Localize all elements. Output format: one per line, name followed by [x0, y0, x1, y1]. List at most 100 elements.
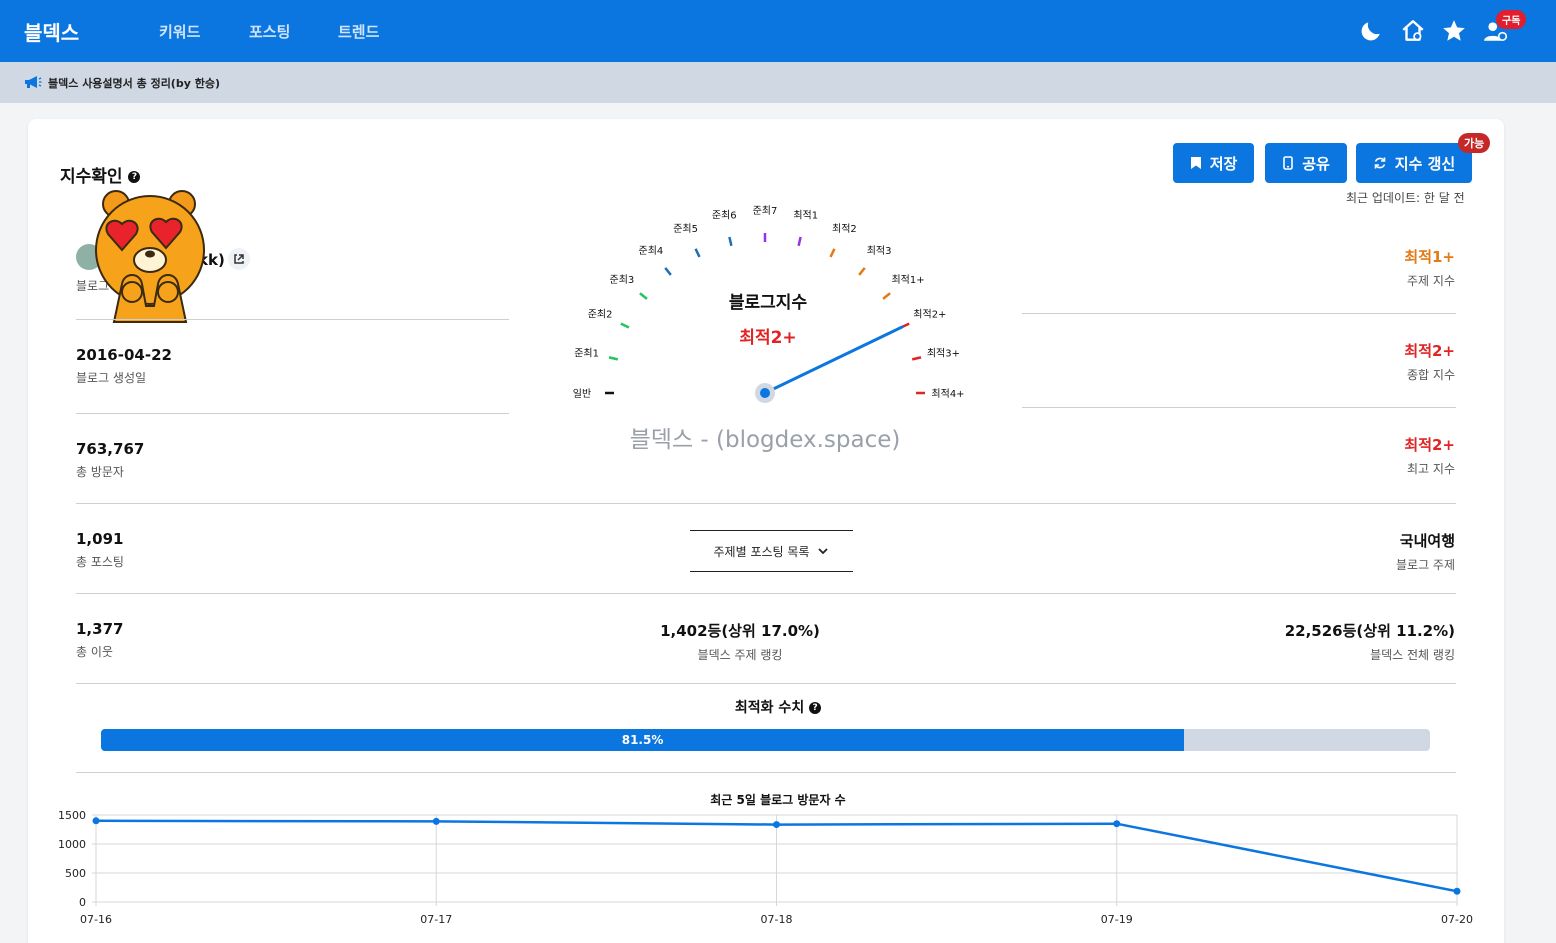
- gauge-value: 최적2+: [739, 328, 796, 348]
- data-point[interactable]: [1453, 887, 1461, 895]
- share-button[interactable]: 공유: [1265, 143, 1347, 183]
- blog-index-gauge: 일반 준최1 준최2 준최3 준최4 준최5 준최6 준최7 최적1 최적2 최적3 최적1+ 최적2+…: [573, 205, 965, 453]
- gauge-level-label: 준최2: [588, 309, 613, 321]
- gauge-level-label: 준최7: [753, 205, 778, 217]
- gauge-level-label: 준최5: [673, 223, 698, 235]
- stat-value: 국내여행: [1399, 532, 1455, 550]
- dropdown-label: 주제별 포스팅 목록: [713, 544, 810, 559]
- y-tick-label: 0: [79, 896, 86, 909]
- topic-posts-dropdown[interactable]: 주제별 포스팅 목록: [690, 530, 853, 572]
- phone-share-icon: [1283, 156, 1293, 170]
- divider: [76, 772, 1456, 773]
- help-icon[interactable]: ?: [809, 702, 822, 714]
- gauge-level-label: 준최1: [574, 347, 599, 359]
- stat-label: 블덱스 주제 랭킹: [697, 648, 783, 662]
- refresh-button-label: 지수 갱신: [1394, 154, 1456, 173]
- gauge-hub-center: [760, 388, 770, 398]
- gauge-tick: [911, 356, 922, 361]
- nav-trend[interactable]: 트렌드: [338, 21, 379, 42]
- divider: [76, 593, 1456, 594]
- dark-mode-moon-icon[interactable]: [1358, 18, 1384, 44]
- home-icon[interactable]: [1400, 18, 1426, 44]
- gauge-watermark: 블덱스 - (blogdex.space): [630, 427, 901, 453]
- stat-overall-index: 최적2+ 종합 지수: [1404, 340, 1455, 383]
- last-updated-text: 최근 업데이트: 한 달 전: [1346, 191, 1465, 205]
- gauge-level-label: 최적1: [793, 210, 818, 222]
- gauge-tick: [882, 292, 891, 300]
- gauge-title: 블로그지수: [729, 293, 808, 313]
- open-blog-link[interactable]: [228, 248, 250, 270]
- stat-label: 총 방문자: [76, 465, 124, 479]
- stat-topic-index: 최적1+ 주제 지수: [1404, 246, 1455, 289]
- stat-value: 763,767: [76, 440, 145, 458]
- x-tick-label: 07-19: [1101, 913, 1133, 926]
- index-section-title: 지수확인 ?: [60, 162, 141, 187]
- y-tick-label: 1000: [58, 838, 86, 851]
- divider: [76, 413, 509, 414]
- stat-label: 주제 지수: [1407, 274, 1455, 288]
- gauge-tick: [608, 356, 619, 361]
- gauge-level-label: 일반: [573, 388, 591, 400]
- stat-label: 최고 지수: [1407, 462, 1455, 476]
- divider: [76, 683, 1456, 684]
- stat-label: 블덱스 전체 랭킹: [1370, 648, 1455, 662]
- help-icon[interactable]: ?: [128, 171, 141, 183]
- save-button[interactable]: 저장: [1173, 143, 1254, 183]
- stat-value: 최적1+: [1404, 248, 1455, 266]
- x-tick-label: 07-16: [80, 913, 112, 926]
- gauge-tick: [829, 248, 836, 258]
- gauge-tick: [639, 292, 648, 300]
- stat-total-neighbors: 1,377 총 이웃: [76, 620, 123, 660]
- nav-posting[interactable]: 포스팅: [249, 21, 290, 42]
- refresh-index-button[interactable]: 지수 갱신: [1356, 143, 1472, 183]
- visitors-line-chart: 0 500 1000 1500 07-16 07-17 07-18 07-19 07-20: [58, 809, 1473, 926]
- megaphone-icon: [25, 76, 42, 88]
- x-tick-label: 07-17: [420, 913, 452, 926]
- data-point[interactable]: [773, 821, 780, 829]
- stat-label: 블로그 생성일: [76, 371, 147, 385]
- gauge-tick: [664, 267, 672, 276]
- gauge-tick: [797, 236, 802, 247]
- subscribe-badge: 구독: [1496, 10, 1527, 29]
- optimization-progress-fill: 81.5%: [101, 729, 1185, 751]
- bear-sticker-image: [95, 190, 205, 323]
- logo[interactable]: 블덱스: [24, 17, 79, 46]
- top-navbar: 블덱스 키워드 포스팅 트렌드 구독: [0, 0, 1556, 62]
- stat-label: 블로그 주제: [1395, 558, 1455, 572]
- stat-total-visitors: 763,767 총 방문자: [76, 440, 144, 480]
- stat-overall-ranking: 22,526등(상위 11.2%) 블덱스 전체 랭킹: [1285, 620, 1455, 663]
- stat-value: 최적2+: [1404, 342, 1455, 360]
- gauge-tick: [694, 248, 701, 258]
- stat-topic-ranking: 1,402등(상위 17.0%) 블덱스 주제 랭킹: [620, 620, 860, 663]
- data-point[interactable]: [1113, 820, 1121, 828]
- external-link-icon: [234, 254, 244, 264]
- stat-value: 1,377: [76, 620, 124, 638]
- gauge-level-label: 최적2: [832, 223, 857, 235]
- nav-keyword[interactable]: 키워드: [159, 21, 200, 42]
- x-tick-label: 07-20: [1441, 913, 1473, 926]
- stat-value: 2016-04-22: [76, 346, 172, 364]
- gauge-level-label: 최적1+: [891, 274, 924, 286]
- stat-total-posts: 1,091 총 포스팅: [76, 530, 124, 570]
- save-button-label: 저장: [1209, 154, 1238, 173]
- data-point[interactable]: [432, 817, 440, 825]
- data-point[interactable]: [92, 817, 100, 825]
- stat-value: 1,091: [76, 530, 124, 548]
- chevron-down-icon: [818, 548, 829, 555]
- gauge-tick: [728, 236, 733, 247]
- stat-value: 22,526등(상위 11.2%): [1284, 622, 1455, 640]
- divider: [1022, 407, 1456, 408]
- divider: [76, 503, 1456, 504]
- bookmark-icon: [1190, 157, 1201, 169]
- gauge-tick: [858, 267, 866, 276]
- stat-value: 최적2+: [1404, 436, 1455, 454]
- gauge-tick: [620, 322, 630, 329]
- notice-bar[interactable]: 블덱스 사용설명서 총 정리(by 한승): [0, 62, 1556, 103]
- refresh-icon: [1374, 157, 1386, 169]
- gauge-level-label: 최적4+: [931, 388, 964, 400]
- stat-label: 총 이웃: [76, 645, 113, 659]
- star-icon[interactable]: [1441, 18, 1467, 44]
- optimization-progress-bar: 81.5%: [101, 729, 1430, 751]
- stat-created-date: 2016-04-22 블로그 생성일: [76, 346, 172, 386]
- stat-value: 1,402등(상위 17.0%): [660, 622, 820, 640]
